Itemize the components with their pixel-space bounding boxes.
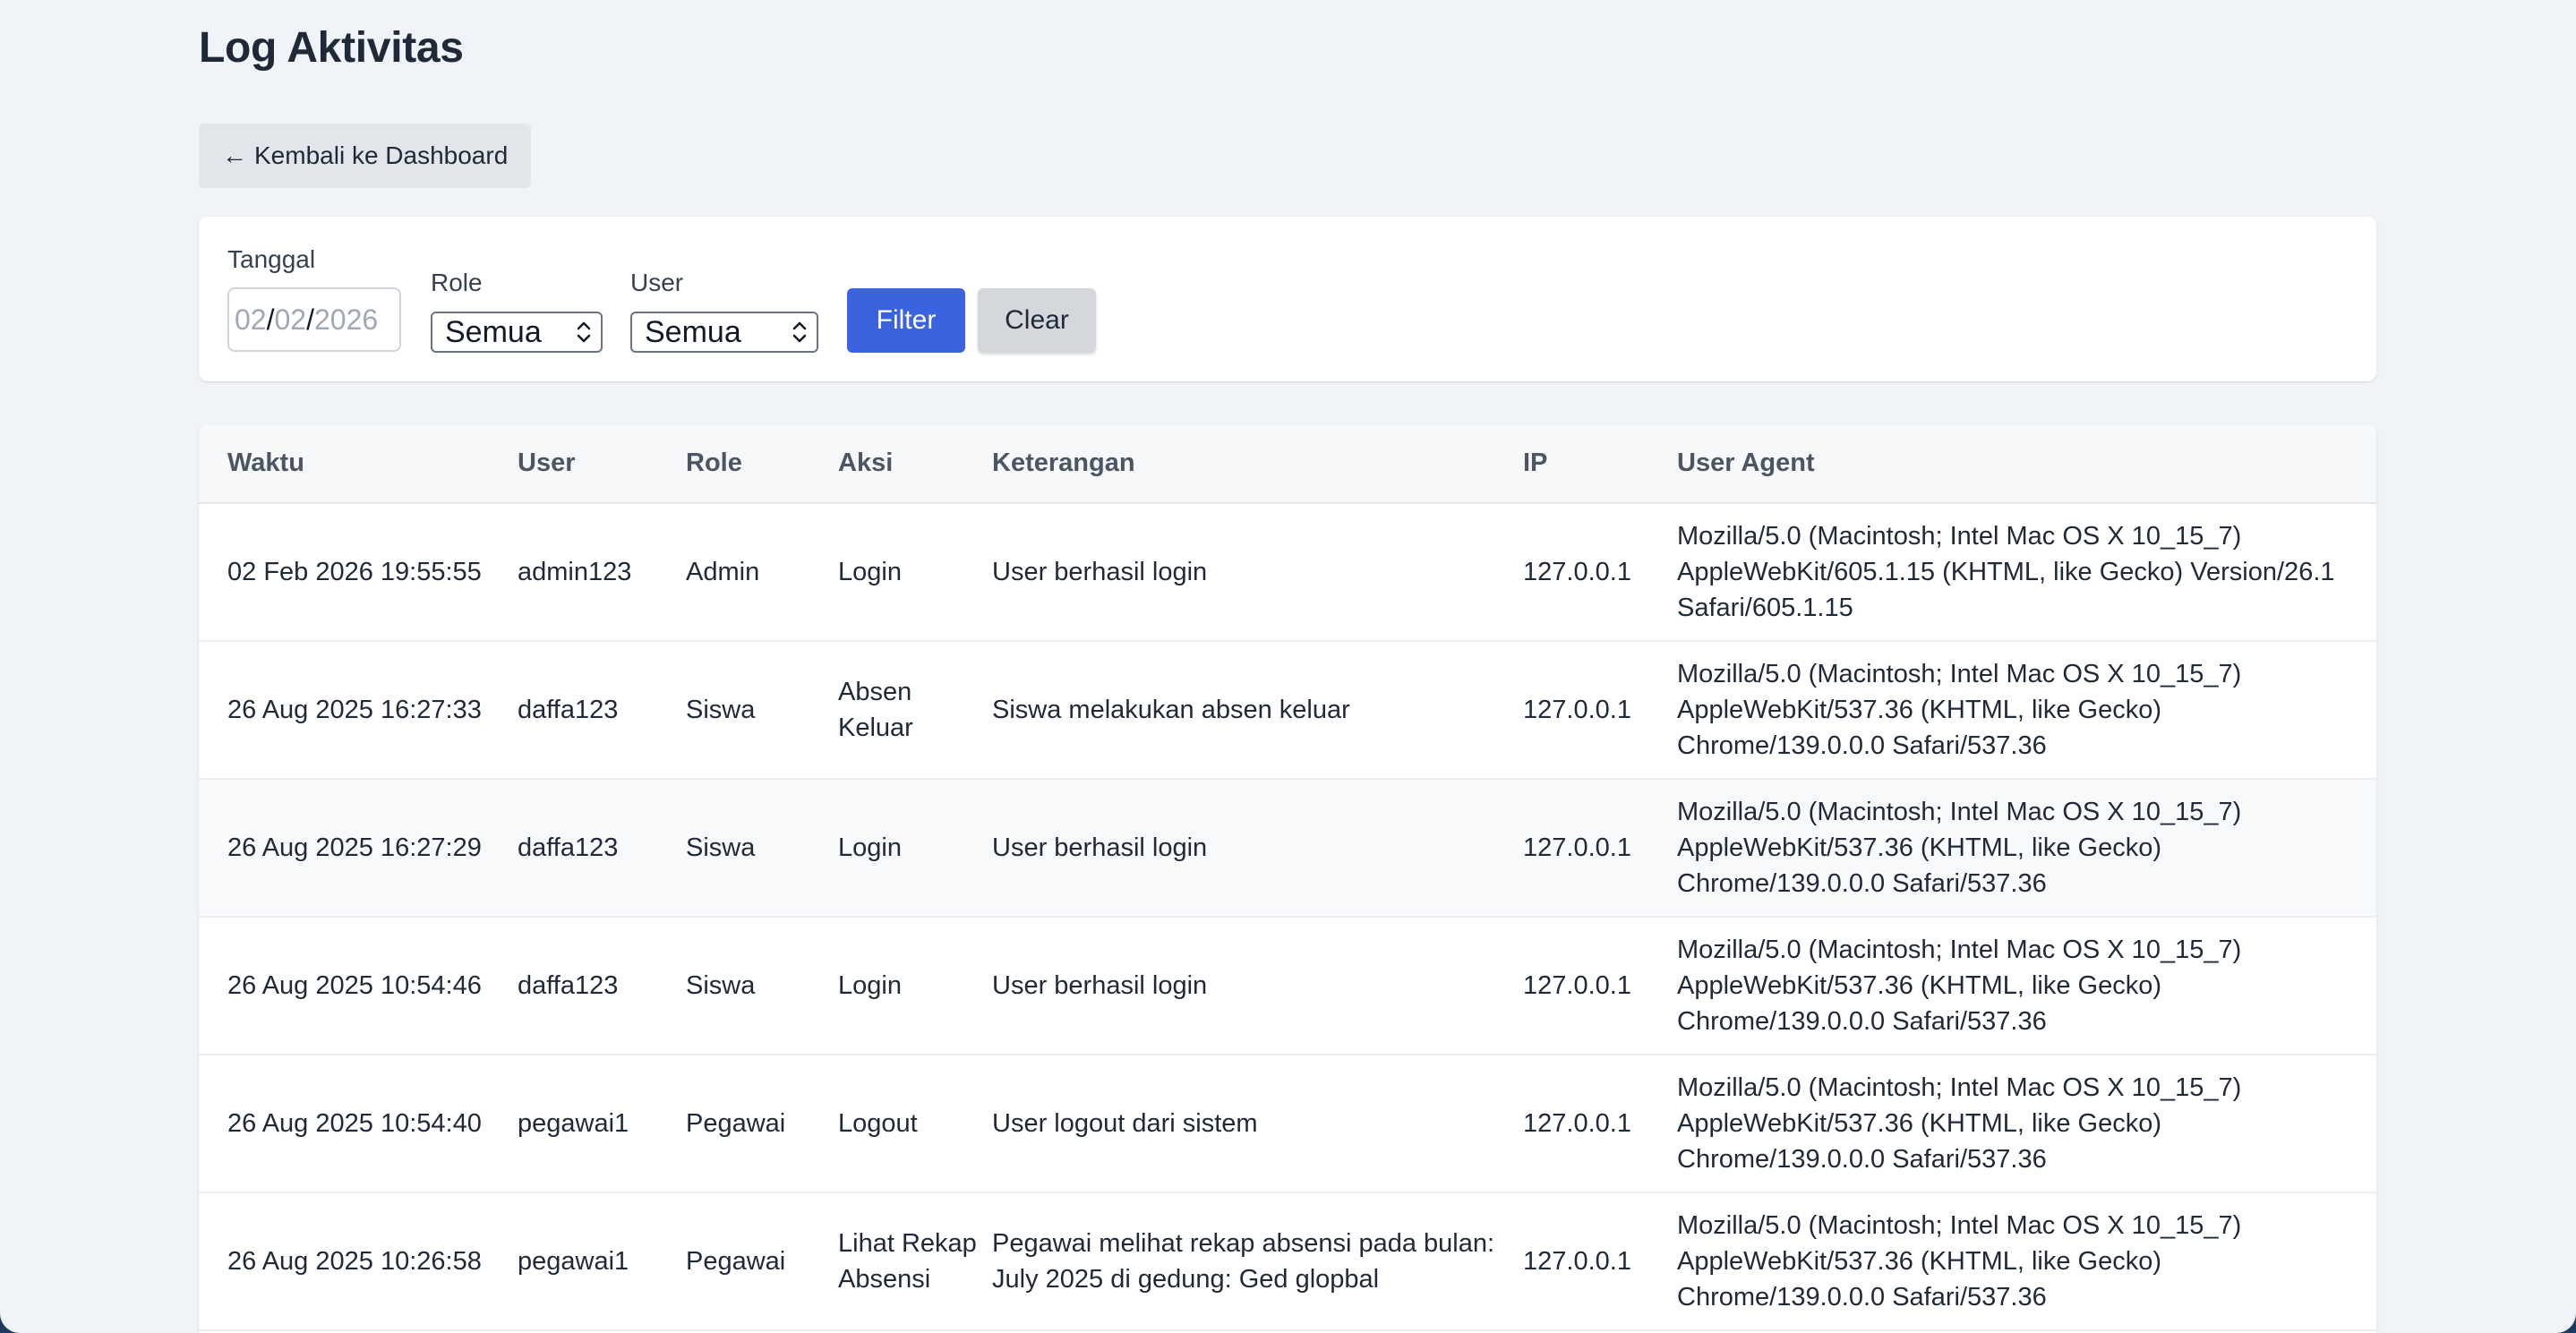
role-select[interactable]: Semua xyxy=(431,312,603,353)
cell-keterangan: User berhasil login xyxy=(992,503,1523,642)
cell-user-agent: Mozilla/5.0 (Macintosh; Intel Mac OS X 1… xyxy=(1677,917,2376,1055)
date-month[interactable]: 02 xyxy=(274,303,306,337)
cell-user-agent: Mozilla/5.0 (Macintosh; Intel Mac OS X 1… xyxy=(1677,1192,2376,1331)
cell-role: Siswa xyxy=(686,641,838,780)
table-row: 26 Aug 2025 10:54:40 pegawai1 Pegawai Lo… xyxy=(199,1055,2376,1193)
date-input[interactable]: 02/02/2026 xyxy=(227,287,401,352)
activity-log-table-card: Waktu User Role Aksi Keterangan IP User … xyxy=(199,424,2376,1333)
cell-role: Admin xyxy=(686,503,838,642)
cell-ip: 127.0.0.1 xyxy=(1523,779,1677,918)
user-label: User xyxy=(630,269,684,296)
cell-ip: 127.0.0.1 xyxy=(1523,917,1677,1055)
cell-role: Siswa xyxy=(686,917,838,1055)
cell-aksi: Lihat Rekap Absensi xyxy=(838,1192,992,1331)
cell-keterangan: Siswa melakukan absen keluar xyxy=(992,641,1523,780)
cell-ip: 127.0.0.1 xyxy=(1523,1192,1677,1331)
role-select-value: Semua xyxy=(445,314,542,349)
cell-role: Pegawai xyxy=(686,1192,838,1331)
cell-waktu: 26 Aug 2025 10:26:58 xyxy=(199,1192,518,1331)
cell-aksi: Login xyxy=(838,503,992,642)
cell-aksi: Logout xyxy=(838,1055,992,1193)
cell-user-agent: Mozilla/5.0 (Macintosh; Intel Mac OS X 1… xyxy=(1677,779,2376,918)
cell-user: daffa123 xyxy=(518,641,686,780)
cell-user: daffa123 xyxy=(518,779,686,918)
cell-user: daffa123 xyxy=(518,917,686,1055)
date-separator: / xyxy=(306,303,314,336)
table-header-row: Waktu User Role Aksi Keterangan IP User … xyxy=(199,424,2376,504)
column-header-waktu[interactable]: Waktu xyxy=(199,424,518,504)
date-day[interactable]: 02 xyxy=(235,303,267,337)
cell-waktu: 26 Aug 2025 10:54:40 xyxy=(199,1055,518,1193)
column-header-role[interactable]: Role xyxy=(686,424,838,504)
cell-waktu: 26 Aug 2025 16:27:29 xyxy=(199,779,518,918)
cell-waktu: 26 Aug 2025 10:54:46 xyxy=(199,917,518,1055)
cell-role: Siswa xyxy=(686,779,838,918)
column-header-aksi[interactable]: Aksi xyxy=(838,424,992,504)
user-select-value: Semua xyxy=(645,314,741,349)
cell-user: pegawai1 xyxy=(518,1055,686,1193)
cell-keterangan: User berhasil login xyxy=(992,917,1523,1055)
cell-role: Pegawai xyxy=(686,1055,838,1193)
back-button-label: Kembali ke Dashboard xyxy=(254,141,509,169)
clear-button[interactable]: Clear xyxy=(978,288,1096,353)
role-label: Role xyxy=(431,269,483,296)
cell-aksi: Login xyxy=(838,779,992,918)
date-separator: / xyxy=(266,303,275,336)
page-viewport: Log Aktivitas ← Kembali ke Dashboard Tan… xyxy=(0,0,2576,1333)
back-to-dashboard-button[interactable]: ← Kembali ke Dashboard xyxy=(199,124,532,188)
cell-keterangan: Pegawai melihat rekap absensi pada bulan… xyxy=(992,1192,1523,1331)
filter-card: Tanggal 02/02/2026 Role Semua User Semua… xyxy=(199,217,2376,381)
date-label: Tanggal xyxy=(227,245,316,273)
cell-keterangan: User berhasil login xyxy=(992,779,1523,918)
table-row: 02 Feb 2026 19:55:55 admin123 Admin Logi… xyxy=(199,503,2376,642)
cell-ip: 127.0.0.1 xyxy=(1523,641,1677,780)
cell-aksi: Absen Keluar xyxy=(838,641,992,780)
column-header-keterangan[interactable]: Keterangan xyxy=(992,424,1523,504)
cell-keterangan: User logout dari sistem xyxy=(992,1055,1523,1193)
table-row: 26 Aug 2025 10:54:46 daffa123 Siswa Logi… xyxy=(199,917,2376,1055)
activity-log-table: Waktu User Role Aksi Keterangan IP User … xyxy=(199,424,2376,1331)
column-header-user[interactable]: User xyxy=(518,424,686,504)
user-select[interactable]: Semua xyxy=(630,312,818,353)
column-header-user-agent[interactable]: User Agent xyxy=(1677,424,2376,504)
cell-ip: 127.0.0.1 xyxy=(1523,503,1677,642)
cell-waktu: 26 Aug 2025 16:27:33 xyxy=(199,641,518,780)
column-header-ip[interactable]: IP xyxy=(1523,424,1677,504)
cell-aksi: Login xyxy=(838,917,992,1055)
arrow-left-icon: ← xyxy=(222,141,247,169)
cell-user-agent: Mozilla/5.0 (Macintosh; Intel Mac OS X 1… xyxy=(1677,503,2376,642)
cell-user-agent: Mozilla/5.0 (Macintosh; Intel Mac OS X 1… xyxy=(1677,1055,2376,1193)
table-row: 26 Aug 2025 10:26:58 pegawai1 Pegawai Li… xyxy=(199,1192,2376,1331)
chevron-updown-icon xyxy=(577,321,591,343)
table-row: 26 Aug 2025 16:27:29 daffa123 Siswa Logi… xyxy=(199,779,2376,918)
cell-user: pegawai1 xyxy=(518,1192,686,1331)
cell-user-agent: Mozilla/5.0 (Macintosh; Intel Mac OS X 1… xyxy=(1677,641,2376,780)
date-year[interactable]: 2026 xyxy=(314,303,378,337)
cell-user: admin123 xyxy=(518,503,686,642)
chevron-updown-icon xyxy=(792,321,807,343)
filter-button[interactable]: Filter xyxy=(847,288,965,353)
table-row: 26 Aug 2025 16:27:33 daffa123 Siswa Abse… xyxy=(199,641,2376,780)
cell-waktu: 02 Feb 2026 19:55:55 xyxy=(199,503,518,642)
cell-ip: 127.0.0.1 xyxy=(1523,1055,1677,1193)
page-title: Log Aktivitas xyxy=(199,24,464,72)
